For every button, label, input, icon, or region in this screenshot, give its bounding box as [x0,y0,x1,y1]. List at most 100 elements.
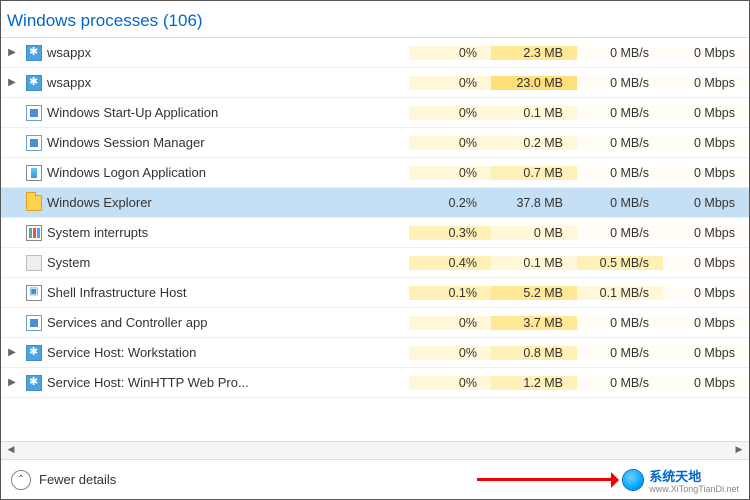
process-icon [23,135,45,151]
cell-disk: 0 MB/s [577,136,663,150]
cell-mem: 37.8 MB [491,196,577,210]
app-icon [26,135,42,151]
process-row[interactable]: System0.4%0.1 MB0.5 MB/s0 Mbps [1,248,749,278]
cell-mem: 0.2 MB [491,136,577,150]
fewer-details-label: Fewer details [39,472,116,487]
process-name: Services and Controller app [45,315,409,330]
explorer-icon [26,195,42,211]
expand-chevron-icon[interactable]: ▶ [1,47,23,58]
cell-mem: 1.2 MB [491,376,577,390]
cell-cpu: 0% [409,346,491,360]
cell-cpu: 0.3% [409,226,491,240]
process-icon [23,105,45,121]
cell-net: 0 Mbps [663,166,749,180]
process-table: ▶wsappx0%2.3 MB0 MB/s0 Mbps▶wsappx0%23.0… [1,38,749,398]
annotation-arrow-icon [477,478,617,481]
process-name: Service Host: Workstation [45,345,409,360]
cell-net: 0 Mbps [663,256,749,270]
process-name: Windows Start-Up Application [45,105,409,120]
process-row[interactable]: ▶wsappx0%2.3 MB0 MB/s0 Mbps [1,38,749,68]
section-header[interactable]: Windows processes (106) [1,1,749,38]
cell-disk: 0 MB/s [577,226,663,240]
process-row[interactable]: Windows Start-Up Application0%0.1 MB0 MB… [1,98,749,128]
chevron-up-icon: ⌃ [11,470,31,490]
process-icon [23,345,45,361]
cell-disk: 0 MB/s [577,376,663,390]
process-name: System [45,255,409,270]
cell-disk: 0 MB/s [577,316,663,330]
process-name: wsappx [45,45,409,60]
cell-mem: 0.1 MB [491,256,577,270]
process-row[interactable]: ▶ wsappx0%23.0 MB0 MB/s0 Mbps [1,68,749,98]
process-icon [23,45,45,61]
process-icon [23,225,45,241]
sys-icon [26,225,42,241]
cell-net: 0 Mbps [663,76,749,90]
process-name: Windows Logon Application [45,165,409,180]
process-row[interactable]: Shell Infrastructure Host0.1%5.2 MB0.1 M… [1,278,749,308]
process-name: System interrupts [45,225,409,240]
cell-disk: 0 MB/s [577,46,663,60]
process-row[interactable]: ▶ Service Host: WinHTTP Web Pro...0%1.2 M… [1,368,749,398]
gear-icon [26,45,42,61]
process-row[interactable]: System interrupts0.3%0 MB0 MB/s0 Mbps [1,218,749,248]
cell-disk: 0 MB/s [577,166,663,180]
process-name: wsappx [45,75,409,90]
cell-cpu: 0% [409,106,491,120]
cell-net: 0 Mbps [663,136,749,150]
fewer-details-toggle[interactable]: ⌃ Fewer details [11,470,116,490]
process-row[interactable]: Windows Explorer0.2%37.8 MB0 MB/s0 Mbps [1,188,749,218]
cell-cpu: 0% [409,376,491,390]
watermark: 系统天地 www.XiTongTianDi.net [623,466,739,494]
watermark-url: www.XiTongTianDi.net [649,485,739,494]
gear-icon [26,375,42,391]
shell-icon [26,285,42,301]
app-icon [26,315,42,331]
cell-net: 0 Mbps [663,226,749,240]
gear-icon [26,345,42,361]
cell-cpu: 0% [409,166,491,180]
scroll-left-button[interactable]: ◀ [3,444,19,458]
cell-cpu: 0.4% [409,256,491,270]
cell-net: 0 Mbps [663,46,749,60]
process-icon [23,195,45,211]
cell-disk: 0 MB/s [577,346,663,360]
cell-disk: 0 MB/s [577,106,663,120]
app-icon [26,105,42,121]
process-row[interactable]: Services and Controller app0%3.7 MB0 MB/… [1,308,749,338]
cell-disk: 0.1 MB/s [577,286,663,300]
cell-cpu: 0% [409,76,491,90]
process-icon [23,285,45,301]
process-row[interactable]: Windows Session Manager0%0.2 MB0 MB/s0 M… [1,128,749,158]
cell-net: 0 Mbps [663,106,749,120]
cell-disk: 0.5 MB/s [577,256,663,270]
cell-mem: 23.0 MB [491,76,577,90]
cell-net: 0 Mbps [663,346,749,360]
expand-chevron-icon[interactable]: ▶ [1,77,23,88]
process-row[interactable]: ▶Service Host: Workstation0%0.8 MB0 MB/s… [1,338,749,368]
cell-cpu: 0.1% [409,286,491,300]
process-icon [23,165,45,181]
expand-chevron-icon[interactable]: ▶ [1,377,23,388]
process-icon [23,255,45,271]
process-name: Windows Session Manager [45,135,409,150]
process-row[interactable]: Windows Logon Application0%0.7 MB0 MB/s0… [1,158,749,188]
horizontal-scrollbar[interactable]: ◀ ▶ [1,441,749,459]
gear-icon [26,75,42,91]
cell-net: 0 Mbps [663,376,749,390]
cell-cpu: 0.2% [409,196,491,210]
process-icon [23,375,45,391]
logon-icon [26,165,42,181]
section-title: Windows processes (106) [7,11,203,30]
cell-net: 0 Mbps [663,196,749,210]
cell-cpu: 0% [409,136,491,150]
process-icon [23,75,45,91]
expand-chevron-icon[interactable]: ▶ [1,347,23,358]
footer-bar: ⌃ Fewer details 系统天地 www.XiTongTianDi.ne… [1,459,749,499]
cell-disk: 0 MB/s [577,76,663,90]
cell-mem: 0 MB [491,226,577,240]
cell-mem: 0.1 MB [491,106,577,120]
cell-cpu: 0% [409,316,491,330]
process-name: Service Host: WinHTTP Web Pro... [45,375,409,390]
scroll-right-button[interactable]: ▶ [731,444,747,458]
